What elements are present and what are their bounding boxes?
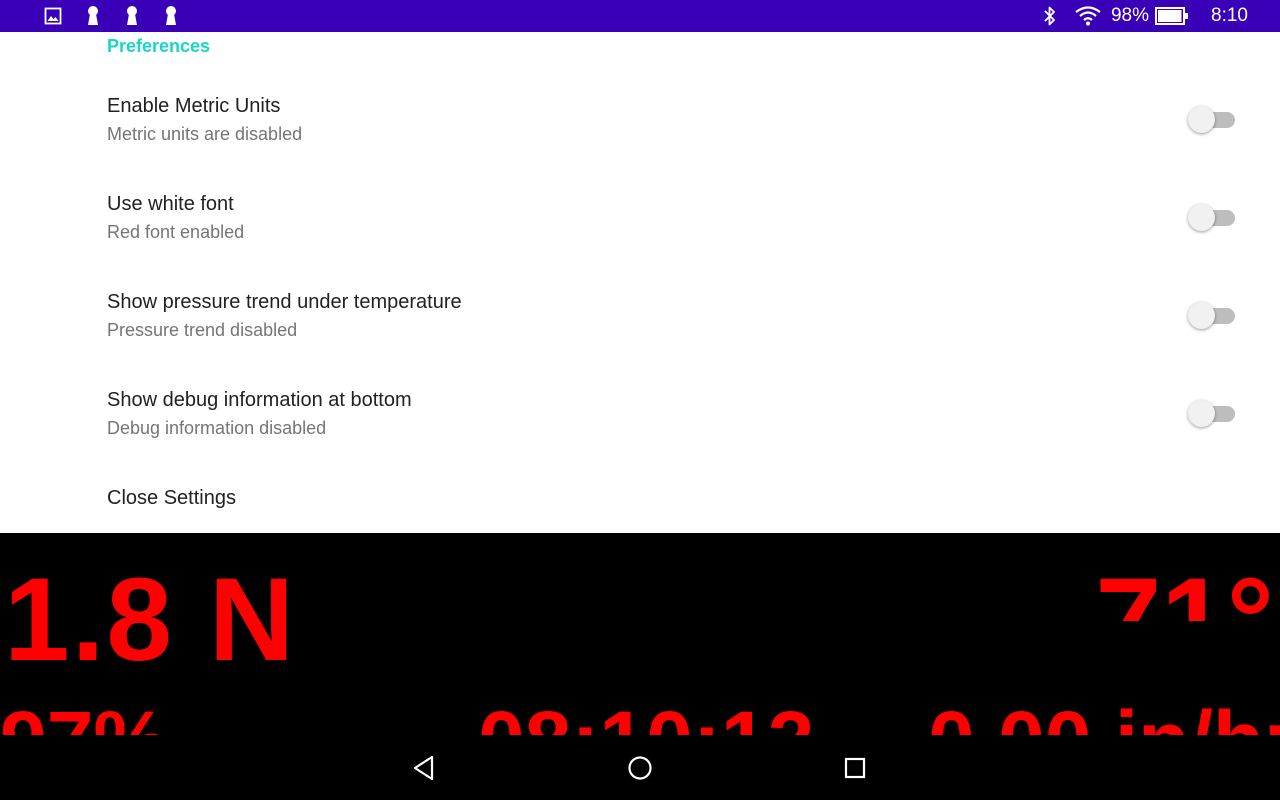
- pref-summary: Pressure trend disabled: [107, 320, 298, 340]
- battery-icon: [1155, 7, 1189, 25]
- clock-time: 8:10: [1211, 5, 1248, 26]
- humidity-readout: 97%: [0, 699, 168, 735]
- back-button[interactable]: [406, 750, 442, 786]
- wind-readout: 1.8 N: [4, 554, 297, 686]
- alarm-icon: [85, 5, 101, 27]
- metric-units-switch[interactable]: [1188, 106, 1236, 134]
- navigation-bar: [0, 736, 1280, 800]
- temperature-clip: 71°: [1080, 533, 1280, 621]
- settings-panel: Preferences Enable Metric Units Metric u…: [0, 32, 1280, 533]
- pref-pressure-trend[interactable]: Show pressure trend under temperature Pr…: [0, 291, 1280, 389]
- secondary-readouts: 97% 08:10:12 0.00 in/hr: [0, 699, 1280, 735]
- switch-thumb: [1188, 204, 1215, 231]
- wifi-icon: [1075, 6, 1101, 26]
- recents-icon: [844, 757, 866, 779]
- pref-white-font[interactable]: Use white font Red font enabled: [0, 193, 1280, 291]
- bluetooth-icon: [1043, 5, 1057, 27]
- white-font-switch[interactable]: [1188, 204, 1236, 232]
- weather-display: 1.8 N 71° 97% 08:10:12 0.00 in/hr: [0, 533, 1280, 736]
- debug-info-switch[interactable]: [1188, 400, 1236, 428]
- temperature-readout: 71°: [1095, 554, 1274, 621]
- close-settings-button[interactable]: Close Settings: [107, 487, 236, 510]
- switch-thumb: [1188, 106, 1215, 133]
- pref-summary: Debug information disabled: [107, 418, 327, 438]
- alarm-icon: [124, 5, 140, 27]
- switch-thumb: [1188, 400, 1215, 427]
- pref-title: Show debug information at bottom: [107, 389, 412, 411]
- alarm-icon: [163, 5, 179, 27]
- pref-summary: Red font enabled: [107, 222, 245, 242]
- home-icon: [628, 756, 652, 780]
- pressure-trend-switch[interactable]: [1188, 302, 1236, 330]
- pref-title: Enable Metric Units: [107, 95, 281, 117]
- pref-debug-info[interactable]: Show debug information at bottom Debug i…: [0, 389, 1280, 487]
- preferences-category: Preferences: [107, 36, 211, 56]
- rain-rate-readout: 0.00 in/hr: [928, 699, 1280, 735]
- battery-percent: 98%: [1110, 5, 1150, 26]
- clock-readout: 08:10:12: [478, 699, 814, 735]
- pref-metric-units[interactable]: Enable Metric Units Metric units are dis…: [0, 95, 1280, 193]
- back-icon: [413, 755, 434, 781]
- pref-title: Show pressure trend under temperature: [107, 291, 462, 313]
- system-status: 98% 8:10: [1043, 0, 1248, 32]
- notification-icons: [44, 0, 179, 32]
- switch-thumb: [1188, 302, 1215, 329]
- recents-button[interactable]: [837, 750, 873, 786]
- pref-summary: Metric units are disabled: [107, 124, 303, 144]
- image-icon: [44, 7, 62, 25]
- home-button[interactable]: [622, 750, 658, 786]
- pref-title: Use white font: [107, 193, 234, 215]
- status-bar: 98% 8:10: [0, 0, 1280, 32]
